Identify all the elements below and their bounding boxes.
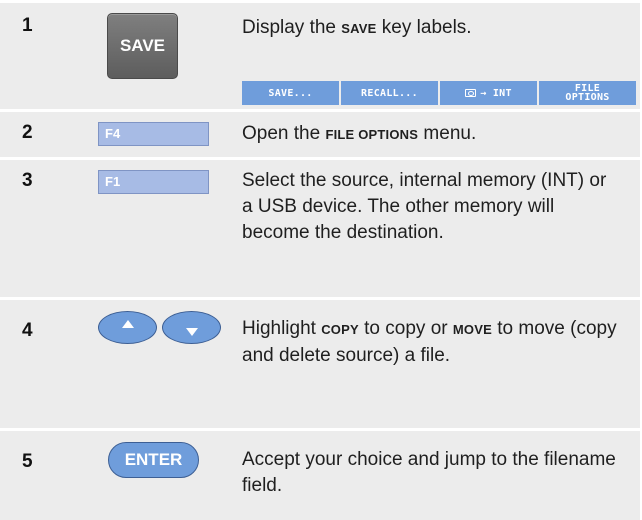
step-text: Select the source, internal memory (INT)… <box>242 170 607 243</box>
enter-key[interactable]: ENTER <box>108 442 199 478</box>
arrow-down-icon <box>186 328 198 336</box>
step-row-3: 3 F1 Select the source, internal memory … <box>0 157 640 297</box>
step-row-4: 4 Highlight COPY to copy or MOVE to move… <box>0 297 640 428</box>
softkey-screen-to-int[interactable]: → INT <box>440 81 537 105</box>
step-text-key: FILE OPTIONS <box>325 127 419 142</box>
step-number: 4 <box>22 320 33 341</box>
step-row-5: 5 ENTER Accept your choice and jump to t… <box>0 428 640 520</box>
softkey-label-bar: SAVE... RECALL... → INT FILE OPTIONS <box>242 81 636 105</box>
f4-key[interactable]: F4 <box>98 122 209 146</box>
step-text: Highlight COPY to copy or MOVE to move (… <box>242 316 622 369</box>
instruction-steps: 1 SAVE Display the SAVE key labels. SAVE… <box>0 0 642 520</box>
save-key[interactable]: SAVE <box>107 13 178 79</box>
softkey-save[interactable]: SAVE... <box>242 81 339 105</box>
step-text-part: Open the <box>242 123 326 144</box>
step-text: Open the FILE OPTIONS menu. <box>242 121 627 148</box>
step-number: 2 <box>22 122 33 143</box>
screen-camera-icon <box>465 89 477 97</box>
arrow-up-icon <box>122 320 134 328</box>
step-text-key: SAVE <box>341 21 377 36</box>
step-number: 1 <box>22 15 33 36</box>
step-text-key: MOVE <box>452 322 492 337</box>
key-column: ENTER <box>98 431 234 520</box>
step-text-part: menu. <box>418 123 477 144</box>
step-text-part: to copy or <box>358 318 453 339</box>
arrow-down-key[interactable] <box>162 311 221 344</box>
f1-key[interactable]: F1 <box>98 170 209 194</box>
softkey-int-label: → INT <box>480 87 512 99</box>
step-text-part: Display the <box>242 17 342 38</box>
step-row-2: 2 F4 Open the FILE OPTIONS menu. <box>0 109 640 157</box>
key-column <box>98 300 234 428</box>
key-column: F1 <box>98 160 234 297</box>
key-column: SAVE <box>98 3 234 109</box>
arrow-up-key[interactable] <box>98 311 157 344</box>
step-text-part: key labels. <box>376 17 472 38</box>
step-number: 5 <box>22 451 33 472</box>
softkey-recall[interactable]: RECALL... <box>341 81 438 105</box>
key-column: F4 <box>98 112 234 157</box>
step-text-key: COPY <box>321 322 359 337</box>
step-number: 3 <box>22 170 33 191</box>
step-text: Display the SAVE key labels. <box>242 15 627 42</box>
step-text: Accept your choice and jump to the filen… <box>242 449 616 496</box>
step-text-part: Highlight <box>242 318 322 339</box>
softkey-file-options[interactable]: FILE OPTIONS <box>539 81 636 105</box>
